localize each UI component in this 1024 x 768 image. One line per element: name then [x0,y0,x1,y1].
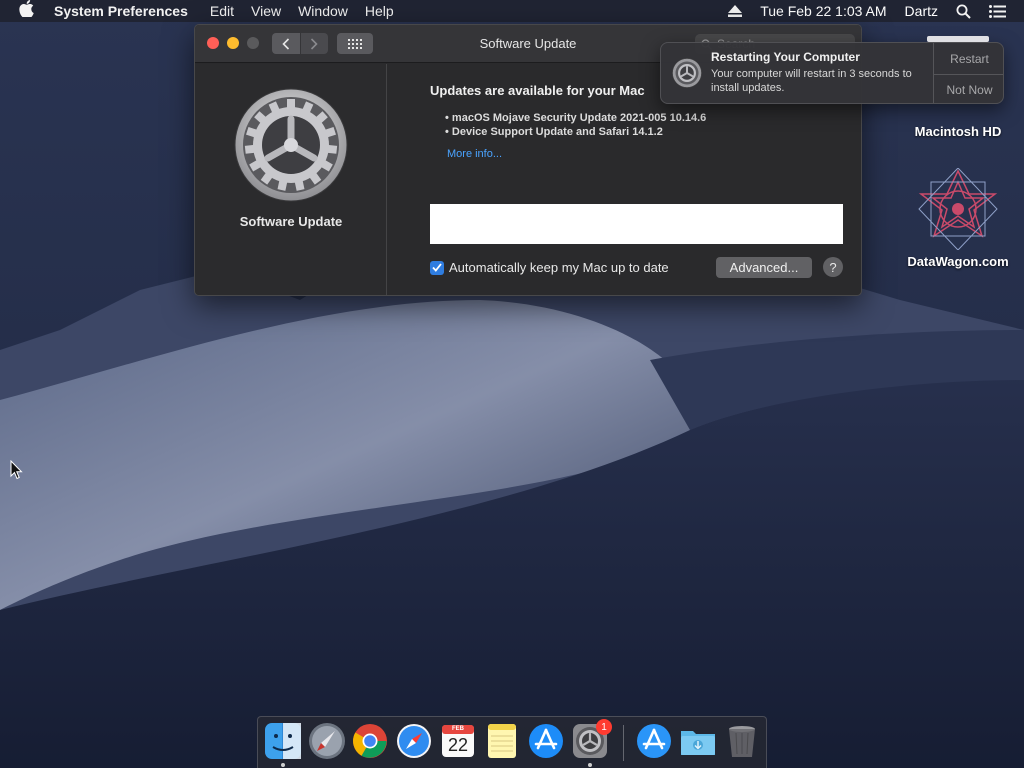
mouse-pointer-icon [10,459,24,485]
spotlight-search-icon[interactable] [956,4,971,19]
updates-list: macOS Mojave Security Update 2021-005 10… [445,111,706,139]
app-store-folder-icon[interactable] [635,722,673,760]
eject-icon[interactable] [728,5,743,17]
system-preferences-gear-icon [672,58,702,93]
system-preferences-running-indicator [588,763,592,767]
apple-menu-icon[interactable] [19,0,37,22]
updates-heading: Updates are available for your Mac [430,83,645,98]
update-progress-area [430,204,843,244]
macintosh-hd-desktop-icon[interactable]: Macintosh HD [898,34,1018,139]
help-button[interactable]: ? [823,257,843,277]
launchpad-icon[interactable] [308,722,346,760]
notes-icon[interactable] [483,722,521,760]
notification-body: Your computer will restart in 3 seconds … [711,68,912,94]
auto-update-label: Automatically keep my Mac up to date [449,260,669,275]
update-item: Device Support Update and Safari 14.1.2 [445,125,706,139]
advanced-button[interactable]: Advanced... [716,257,812,278]
safari-icon[interactable] [395,722,433,760]
calendar-icon[interactable]: FEB 22 [439,722,477,760]
menu-user-name[interactable]: Dartz [905,3,938,19]
menu-window[interactable]: Window [298,3,348,19]
finder-icon[interactable] [264,722,302,760]
datawagon-label: DataWagon.com [907,254,1009,269]
update-item: macOS Mojave Security Update 2021-005 10… [445,111,706,125]
notification-title: Restarting Your Computer [711,50,860,64]
system-preferences-badge: 1 [596,719,612,735]
auto-update-row[interactable]: Automatically keep my Mac up to date [430,260,669,275]
datawagon-desktop-icon[interactable]: DataWagon.com [898,168,1018,269]
software-update-gear-icon [234,88,348,207]
notification-center-icon[interactable] [989,4,1006,18]
menu-clock[interactable]: Tue Feb 22 1:03 AM [760,3,886,19]
menu-bar: System Preferences Edit View Window Help… [0,0,1024,22]
app-store-icon[interactable] [527,722,565,760]
checkmark-icon [432,263,442,272]
more-info-link[interactable]: More info... [447,148,502,160]
trash-icon[interactable] [723,722,761,760]
downloads-folder-icon[interactable] [679,722,717,760]
macintosh-hd-label: Macintosh HD [914,124,1002,139]
menu-app-name[interactable]: System Preferences [54,3,188,19]
menu-view[interactable]: View [251,3,281,19]
calendar-day: 22 [447,735,469,755]
auto-update-checkbox[interactable] [430,260,444,275]
finder-running-indicator [281,763,285,767]
menu-edit[interactable]: Edit [210,3,234,19]
hard-drive-icon [927,36,989,42]
calendar-month: FEB [452,726,464,732]
dock: FEB 22 1 [257,716,767,768]
sidebar-title: Software Update [239,214,343,229]
chrome-icon[interactable] [351,722,389,760]
datawagon-logo-icon [918,168,998,250]
sidebar: Software Update [195,64,387,295]
menu-help[interactable]: Help [365,3,394,19]
dock-separator [623,725,624,761]
